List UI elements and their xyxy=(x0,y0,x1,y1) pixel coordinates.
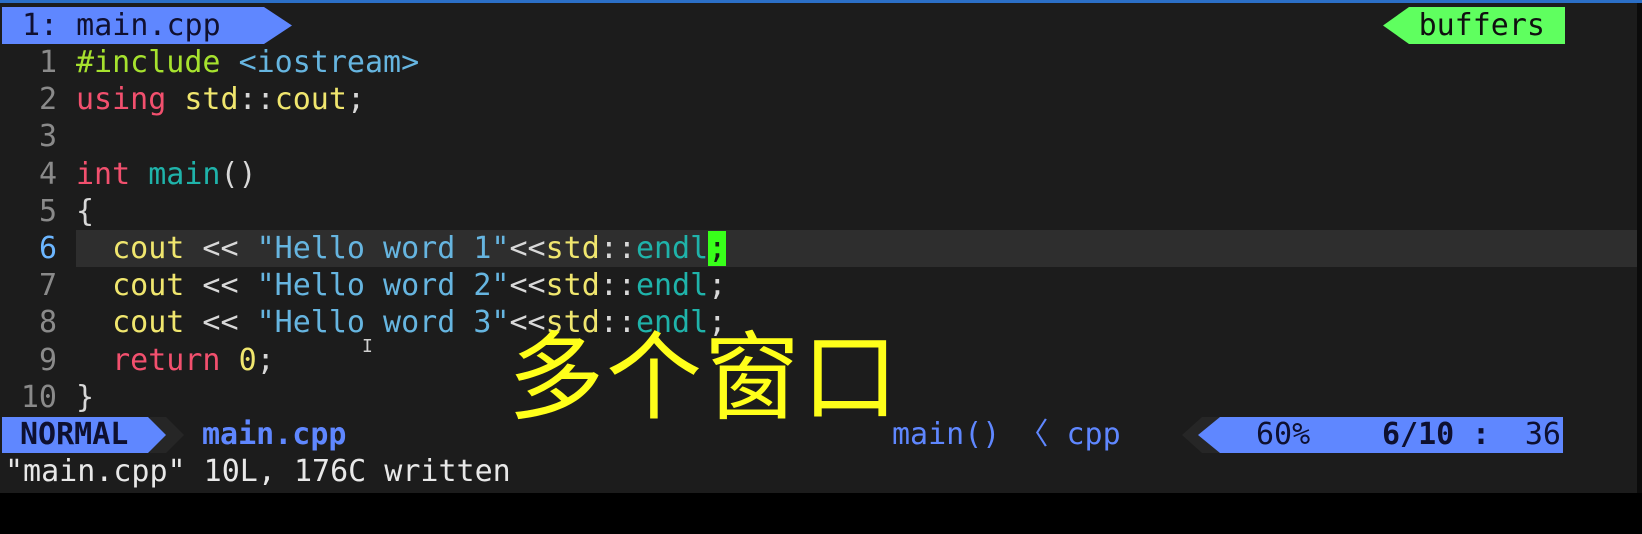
tabline: 1: main.cpp buffers xyxy=(0,3,1637,45)
code-token: 0 xyxy=(238,342,257,378)
code-token: { xyxy=(76,193,95,229)
code-token: ; xyxy=(256,342,275,378)
code-line[interactable]: 5{ xyxy=(0,193,1637,230)
code-token: ; xyxy=(346,82,365,118)
code-token: cout xyxy=(76,230,185,266)
code-token: return xyxy=(76,342,239,378)
line-number: 6 xyxy=(38,230,57,266)
line-number: 7 xyxy=(38,268,57,304)
code-token: << xyxy=(509,230,546,266)
code-token: int xyxy=(76,156,149,192)
line-text[interactable]: cout << "Hello word 1"<<std::endl; xyxy=(76,229,1637,268)
buffers-label[interactable]: buffers xyxy=(1383,7,1565,44)
statusline-filename: main.cpp xyxy=(202,417,347,452)
line-number: 9 xyxy=(38,342,57,378)
column-separator: : xyxy=(1472,417,1491,452)
code-token: :: xyxy=(599,268,636,304)
code-token: << xyxy=(184,268,257,304)
code-token: cout xyxy=(76,268,185,304)
mouse-ibeam-cursor-icon: I xyxy=(362,336,373,357)
statusline-function-context: main() 〈 cpp xyxy=(892,417,1121,452)
statusline: NORMAL main.cpp main() 〈 cpp 60% 6/10 : … xyxy=(0,417,1637,453)
command-line-message: "main.cpp" 10L, 176C written xyxy=(5,454,511,489)
code-token: << xyxy=(509,268,546,304)
scroll-percent: 60% xyxy=(1256,417,1311,452)
code-token: cout xyxy=(274,82,347,118)
line-text[interactable]: int main() xyxy=(76,156,1637,193)
code-token: :: xyxy=(599,230,636,266)
code-token: "Hello word 1" xyxy=(256,230,510,266)
mode-indicator: NORMAL xyxy=(2,417,166,453)
code-token: "Hello word 3" xyxy=(256,305,510,341)
video-caption-overlay: 多个窗口 xyxy=(508,322,900,434)
line-text[interactable]: using std::cout; xyxy=(76,81,1637,118)
code-token: using xyxy=(76,82,185,118)
code-token: cout xyxy=(76,305,185,341)
code-token: std xyxy=(184,82,239,118)
line-number: 10 xyxy=(20,379,57,415)
line-number: 5 xyxy=(38,193,57,229)
code-token: endl xyxy=(635,230,709,266)
code-line[interactable]: 7 cout << "Hello word 2"<<std::endl; xyxy=(0,267,1637,304)
code-token: } xyxy=(76,379,95,415)
code-token: #include xyxy=(76,45,239,80)
line-number: 3 xyxy=(38,119,57,155)
code-token: () xyxy=(220,156,257,192)
code-line[interactable]: 4 int main() xyxy=(0,156,1637,193)
code-token: << xyxy=(184,305,257,341)
code-token: std xyxy=(545,230,600,266)
window-right-border xyxy=(1637,3,1642,493)
line-text[interactable]: { xyxy=(76,193,1637,230)
code-line[interactable]: 6 cout << "Hello word 1"<<std::endl; xyxy=(0,229,1637,268)
code-token: main xyxy=(148,156,221,192)
position-section: 60% 6/10 : 36 xyxy=(1198,417,1563,453)
code-line[interactable]: 3 xyxy=(0,118,1637,155)
code-token: "Hello word 2" xyxy=(256,268,510,304)
tab-main-cpp[interactable]: 1: main.cpp xyxy=(2,7,292,44)
line-number: 1 xyxy=(38,45,57,80)
line-text[interactable]: cout << "Hello word 2"<<std::endl; xyxy=(76,267,1637,304)
code-token: <iostream> xyxy=(238,45,420,80)
code-token: std xyxy=(545,268,600,304)
code-line[interactable]: 2 using std::cout; xyxy=(0,81,1637,118)
code-token: :: xyxy=(238,82,275,118)
code-line[interactable]: 1 #include <iostream> xyxy=(0,44,1637,81)
line-number: 2 xyxy=(38,82,57,118)
code-token: endl xyxy=(635,268,709,304)
line-number: 4 xyxy=(38,156,57,192)
line-number: 8 xyxy=(38,305,57,341)
text-cursor: ; xyxy=(708,230,727,266)
line-text[interactable]: #include <iostream> xyxy=(76,44,1637,81)
code-token: << xyxy=(184,230,257,266)
line-position: 6/10 xyxy=(1382,417,1455,452)
column-number: 36 xyxy=(1524,417,1561,452)
code-token: ; xyxy=(708,268,727,304)
